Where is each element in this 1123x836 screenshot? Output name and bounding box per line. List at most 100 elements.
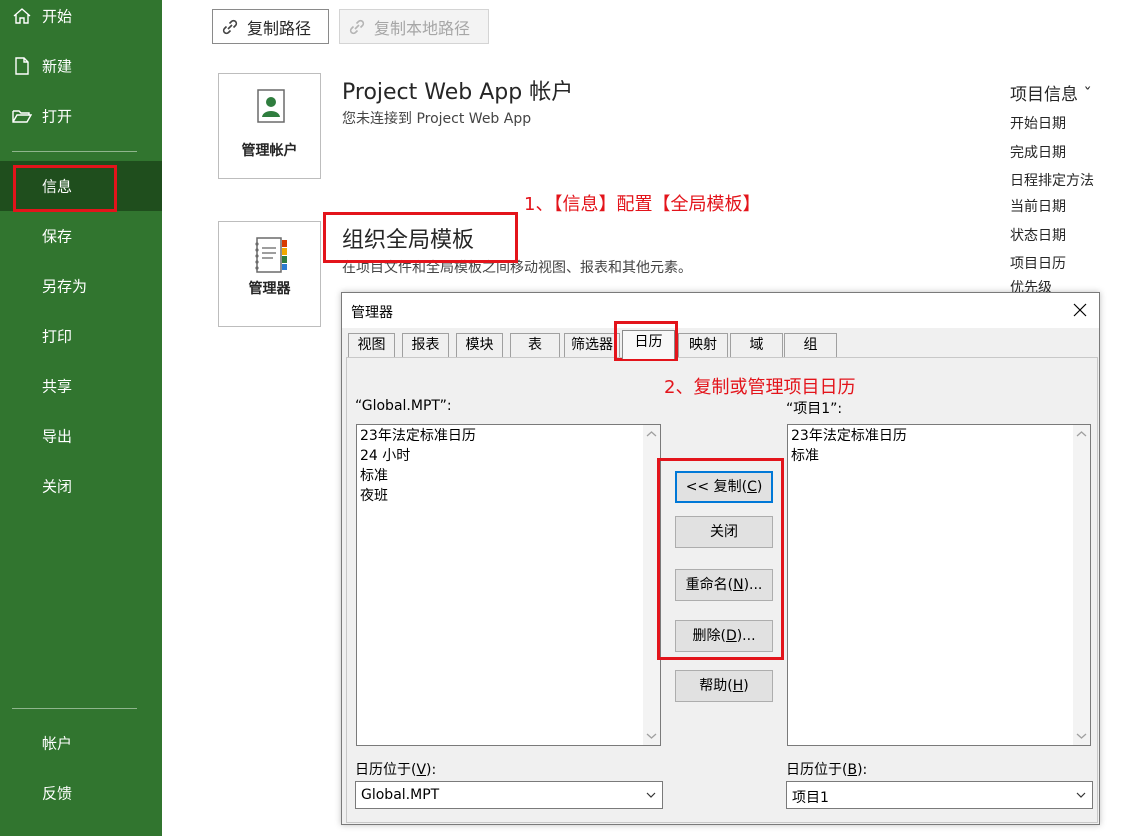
scroll-down-icon[interactable] <box>1076 732 1087 740</box>
annotation-step-1: 1、【信息】配置【全局模板】 <box>524 194 761 215</box>
backstage-sidebar: 开始 新建 打开 信息 保存 另存为 打印 共享 导出 关闭 帐户 反馈 <box>0 0 162 836</box>
left-location-label-end: ): <box>426 762 437 778</box>
help-button[interactable]: 帮助(H) <box>675 670 773 702</box>
left-list-label: “Global.MPT”: <box>355 398 452 414</box>
nav-open-label: 打开 <box>42 107 73 126</box>
highlight-action-buttons <box>657 458 784 660</box>
nav-share-label: 共享 <box>42 377 73 396</box>
manage-account-label: 管理帐户 <box>241 143 298 159</box>
list-item[interactable]: 23年法定标准日历 <box>360 426 476 446</box>
list-item[interactable]: 标准 <box>791 446 819 466</box>
manage-account-tile[interactable]: 管理帐户 <box>218 73 321 179</box>
prop-status-date: 状态日期 <box>1010 228 1066 244</box>
left-location-value: Global.MPT <box>361 787 440 803</box>
copy-path-button[interactable]: 复制路径 <box>212 9 329 44</box>
tab-filters[interactable]: 筛选器 <box>564 333 620 358</box>
right-location-value: 项目1 <box>792 790 829 806</box>
tab-calendars[interactable]: 日历 <box>622 330 675 359</box>
chevron-down-icon <box>1076 792 1086 798</box>
nav-share[interactable]: 共享 <box>0 361 162 411</box>
dialog-title-bar: 管理器 <box>342 293 1099 328</box>
prop-current-date: 当前日期 <box>1010 199 1066 215</box>
nav-open[interactable]: 打开 <box>0 91 162 141</box>
nav-close-label: 关闭 <box>42 477 73 496</box>
nav-export[interactable]: 导出 <box>0 411 162 461</box>
tab-reports[interactable]: 报表 <box>402 333 449 358</box>
nav-save-label: 保存 <box>42 227 73 246</box>
help-button-label-end: ) <box>743 678 749 694</box>
copy-path-label: 复制路径 <box>247 18 312 38</box>
nav-feedback[interactable]: 反馈 <box>0 768 162 818</box>
project-info-heading[interactable]: 项目信息 ˇ <box>1010 80 1092 105</box>
nav-save-as-label: 另存为 <box>42 277 88 296</box>
account-section-title: Project Web App 帐户 <box>342 80 574 105</box>
list-item[interactable]: 夜班 <box>360 486 388 506</box>
highlight-info <box>13 165 117 212</box>
prop-schedule-from: 日程排定方法 <box>1010 173 1094 189</box>
nav-feedback-label: 反馈 <box>42 784 73 803</box>
right-calendar-list[interactable]: 23年法定标准日历 标准 <box>787 424 1091 746</box>
left-location-accelerator: V <box>416 762 427 778</box>
nav-close[interactable]: 关闭 <box>0 461 162 511</box>
new-file-icon <box>15 57 29 75</box>
backstage-view: 开始 新建 打开 信息 保存 另存为 打印 共享 导出 关闭 帐户 反馈 复制路… <box>0 0 1123 836</box>
right-list-scrollbar[interactable] <box>1073 425 1090 745</box>
account-icon <box>257 89 285 123</box>
account-section-description: 您未连接到 Project Web App <box>342 111 532 127</box>
left-location-select[interactable]: Global.MPT <box>355 781 663 809</box>
list-item[interactable]: 标准 <box>360 466 388 486</box>
left-location-label-text: 日历位于( <box>355 762 417 778</box>
link-icon <box>222 19 238 34</box>
notebook-icon <box>255 237 287 273</box>
right-location-label: 日历位于(B): <box>786 759 867 779</box>
nav-print-label: 打印 <box>42 327 73 346</box>
home-icon <box>13 8 31 24</box>
prop-finish-date: 完成日期 <box>1010 145 1066 161</box>
open-folder-icon <box>12 110 32 123</box>
organizer-tile-label: 管理器 <box>248 281 291 297</box>
organizer-tile[interactable]: 管理器 <box>218 221 321 327</box>
scroll-up-icon[interactable] <box>1076 430 1087 438</box>
nav-divider <box>12 708 137 709</box>
left-calendar-list[interactable]: 23年法定标准日历 24 小时 标准 夜班 <box>356 424 661 746</box>
help-button-accelerator: H <box>732 678 744 694</box>
tab-views[interactable]: 视图 <box>348 333 395 358</box>
highlight-organizer-title <box>323 212 518 263</box>
left-location-label: 日历位于(V): <box>355 759 436 779</box>
copy-local-path-label: 复制本地路径 <box>374 18 471 38</box>
right-list-label: “项目1”: <box>786 401 843 417</box>
nav-save[interactable]: 保存 <box>0 211 162 261</box>
link-icon <box>349 19 365 34</box>
help-button-label: 帮助( <box>699 678 733 694</box>
tab-maps[interactable]: 映射 <box>678 333 728 358</box>
nav-new[interactable]: 新建 <box>0 41 162 91</box>
right-location-label-text: 日历位于( <box>786 762 848 778</box>
nav-account[interactable]: 帐户 <box>0 718 162 768</box>
nav-print[interactable]: 打印 <box>0 311 162 361</box>
tab-groups[interactable]: 组 <box>784 333 837 358</box>
right-location-select[interactable]: 项目1 <box>786 781 1093 809</box>
chevron-down-icon <box>646 792 656 798</box>
prop-calendar: 项目日历 <box>1010 256 1066 272</box>
right-location-label-end: ): <box>857 762 868 778</box>
tab-modules[interactable]: 模块 <box>456 333 503 358</box>
nav-home-label: 开始 <box>42 7 73 26</box>
tab-tables[interactable]: 表 <box>510 333 560 358</box>
annotation-step-2: 2、复制或管理项目日历 <box>664 377 856 398</box>
scroll-down-icon[interactable] <box>646 732 657 740</box>
close-icon[interactable] <box>1071 301 1089 319</box>
dialog-title: 管理器 <box>351 305 393 321</box>
prop-start-date: 开始日期 <box>1010 116 1066 132</box>
tab-fields[interactable]: 域 <box>730 333 783 358</box>
nav-export-label: 导出 <box>42 427 73 446</box>
scroll-up-icon[interactable] <box>646 430 657 438</box>
nav-new-label: 新建 <box>42 57 73 76</box>
nav-account-label: 帐户 <box>42 734 73 753</box>
list-item[interactable]: 23年法定标准日历 <box>791 426 907 446</box>
nav-home[interactable]: 开始 <box>0 0 162 41</box>
list-item[interactable]: 24 小时 <box>360 446 410 466</box>
nav-save-as[interactable]: 另存为 <box>0 261 162 311</box>
right-location-accelerator: B <box>847 762 858 778</box>
copy-local-path-button[interactable]: 复制本地路径 <box>339 9 489 44</box>
nav-divider <box>12 151 137 152</box>
